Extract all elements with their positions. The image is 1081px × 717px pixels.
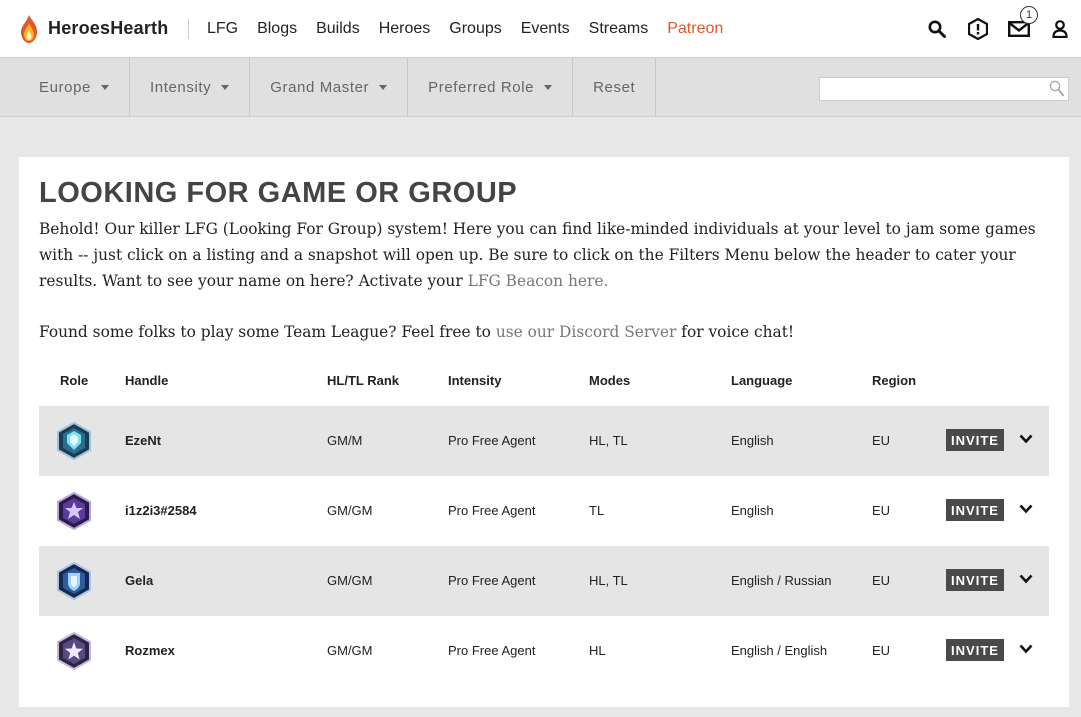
column-header-region[interactable]: Region <box>872 373 916 388</box>
invite-button[interactable]: INVITE <box>946 429 1004 451</box>
nav-actions: 1 <box>907 0 1071 57</box>
player-language: English / Russian <box>731 573 832 588</box>
column-header-language[interactable]: Language <box>731 373 792 388</box>
caret-down-icon <box>100 84 109 90</box>
player-modes: TL <box>589 503 605 518</box>
role-filter-label: Preferred Role <box>428 78 535 96</box>
player-region: EU <box>872 433 891 448</box>
discord-server-link[interactable]: use our Discord Server <box>496 323 677 341</box>
player-handle: Gela <box>125 573 154 588</box>
player-language: English <box>731 433 774 448</box>
player-intensity: Pro Free Agent <box>448 573 536 588</box>
brand-logo[interactable]: HeroesHearth <box>19 14 168 44</box>
player-handle: EzeNt <box>125 433 162 448</box>
main-menu: LFG Blogs Builds Heroes Groups Events St… <box>197 20 732 38</box>
caret-down-icon <box>379 84 388 90</box>
player-region: EU <box>872 573 891 588</box>
intensity-filter-dropdown[interactable]: Intensity <box>130 58 251 116</box>
lfg-beacon-link[interactable]: LFG Beacon here. <box>468 272 609 290</box>
chevron-down-icon[interactable] <box>1019 574 1033 584</box>
column-header-role[interactable]: Role <box>60 373 88 388</box>
search-icon[interactable] <box>926 18 948 40</box>
lfg-panel: LOOKING FOR GAME OR GROUP Behold! Our ki… <box>19 157 1069 707</box>
nav-link-heroes[interactable]: Heroes <box>369 20 440 38</box>
support-role-icon <box>57 562 91 600</box>
reset-filters-button[interactable]: Reset <box>573 58 657 116</box>
region-filter-dropdown[interactable]: Europe <box>0 58 130 116</box>
player-intensity: Pro Free Agent <box>448 503 536 518</box>
player-intensity: Pro Free Agent <box>448 643 536 658</box>
table-row[interactable]: Rozmex GM/GM Pro Free Agent HL English /… <box>39 616 1049 686</box>
caret-down-icon <box>544 84 553 90</box>
flex-role-icon <box>57 632 91 670</box>
table-header: Role Handle HL/TL Rank Intensity Modes L… <box>39 370 1049 392</box>
player-rank: GM/M <box>327 433 363 448</box>
column-header-intensity[interactable]: Intensity <box>448 373 501 388</box>
invite-button[interactable]: INVITE <box>946 499 1004 521</box>
nav-link-blogs[interactable]: Blogs <box>248 20 307 38</box>
discord-prefix: Found some folks to play some Team Leagu… <box>39 323 496 341</box>
search-field[interactable] <box>819 77 1069 101</box>
flame-logo-icon <box>21 14 37 43</box>
chevron-down-icon[interactable] <box>1019 644 1033 654</box>
rank-filter-dropdown[interactable]: Grand Master <box>250 58 409 116</box>
invite-button[interactable]: INVITE <box>946 569 1004 591</box>
nav-link-lfg[interactable]: LFG <box>197 20 247 38</box>
nav-divider <box>188 18 190 39</box>
chevron-down-icon[interactable] <box>1019 504 1033 514</box>
magnifier-icon[interactable] <box>1049 80 1065 98</box>
notification-badge: 1 <box>1020 5 1038 24</box>
search-input[interactable] <box>820 78 1068 100</box>
player-rank: GM/GM <box>327 643 373 658</box>
brand-name: HeroesHearth <box>48 18 169 38</box>
player-rank: GM/GM <box>327 573 373 588</box>
player-rank: GM/GM <box>327 503 373 518</box>
player-handle: Rozmex <box>125 643 175 658</box>
nav-link-streams[interactable]: Streams <box>579 20 658 38</box>
nav-link-patreon[interactable]: Patreon <box>658 20 733 38</box>
filter-bar: Europe Intensity Grand Master Preferred … <box>0 57 1081 117</box>
player-language: English / English <box>731 643 828 658</box>
column-header-modes[interactable]: Modes <box>589 373 630 388</box>
hexagon-alert-icon[interactable] <box>967 17 989 40</box>
player-region: EU <box>872 643 891 658</box>
table-row[interactable]: Gela GM/GM Pro Free Agent HL, TL English… <box>39 546 1049 616</box>
discord-paragraph: Found some folks to play some Team Leagu… <box>39 319 794 345</box>
player-language: English <box>731 503 774 518</box>
nav-link-builds[interactable]: Builds <box>307 20 370 38</box>
tank-role-icon <box>57 422 91 460</box>
chevron-down-icon[interactable] <box>1019 434 1033 444</box>
discord-suffix: for voice chat! <box>676 323 795 341</box>
page-title: LOOKING FOR GAME OR GROUP <box>39 177 518 209</box>
player-modes: HL, TL <box>589 573 628 588</box>
player-handle: i1z2i3#2584 <box>125 503 197 518</box>
invite-button[interactable]: INVITE <box>946 639 1004 661</box>
player-modes: HL, TL <box>589 433 628 448</box>
player-intensity: Pro Free Agent <box>448 433 536 448</box>
mail-icon[interactable]: 1 <box>1008 5 1038 40</box>
region-filter-label: Europe <box>39 78 91 96</box>
player-region: EU <box>872 503 891 518</box>
caret-down-icon <box>221 84 230 90</box>
table-row[interactable]: i1z2i3#2584 GM/GM Pro Free Agent TL Engl… <box>39 476 1049 546</box>
table-row[interactable]: EzeNt GM/M Pro Free Agent HL, TL English… <box>39 406 1049 476</box>
nav-link-events[interactable]: Events <box>511 20 579 38</box>
column-header-rank[interactable]: HL/TL Rank <box>327 373 399 388</box>
nav-link-groups[interactable]: Groups <box>440 20 511 38</box>
intro-paragraph: Behold! Our killer LFG (Looking For Grou… <box>39 216 1051 294</box>
assassin-role-icon <box>57 492 91 530</box>
top-nav: HeroesHearth LFG Blogs Builds Heroes Gro… <box>0 0 1081 57</box>
player-modes: HL <box>589 643 606 658</box>
role-filter-dropdown[interactable]: Preferred Role <box>408 58 574 116</box>
user-icon[interactable] <box>1049 18 1071 40</box>
rank-filter-label: Grand Master <box>270 78 370 96</box>
reset-label: Reset <box>593 78 636 96</box>
column-header-handle[interactable]: Handle <box>125 373 168 388</box>
intensity-filter-label: Intensity <box>149 78 212 96</box>
